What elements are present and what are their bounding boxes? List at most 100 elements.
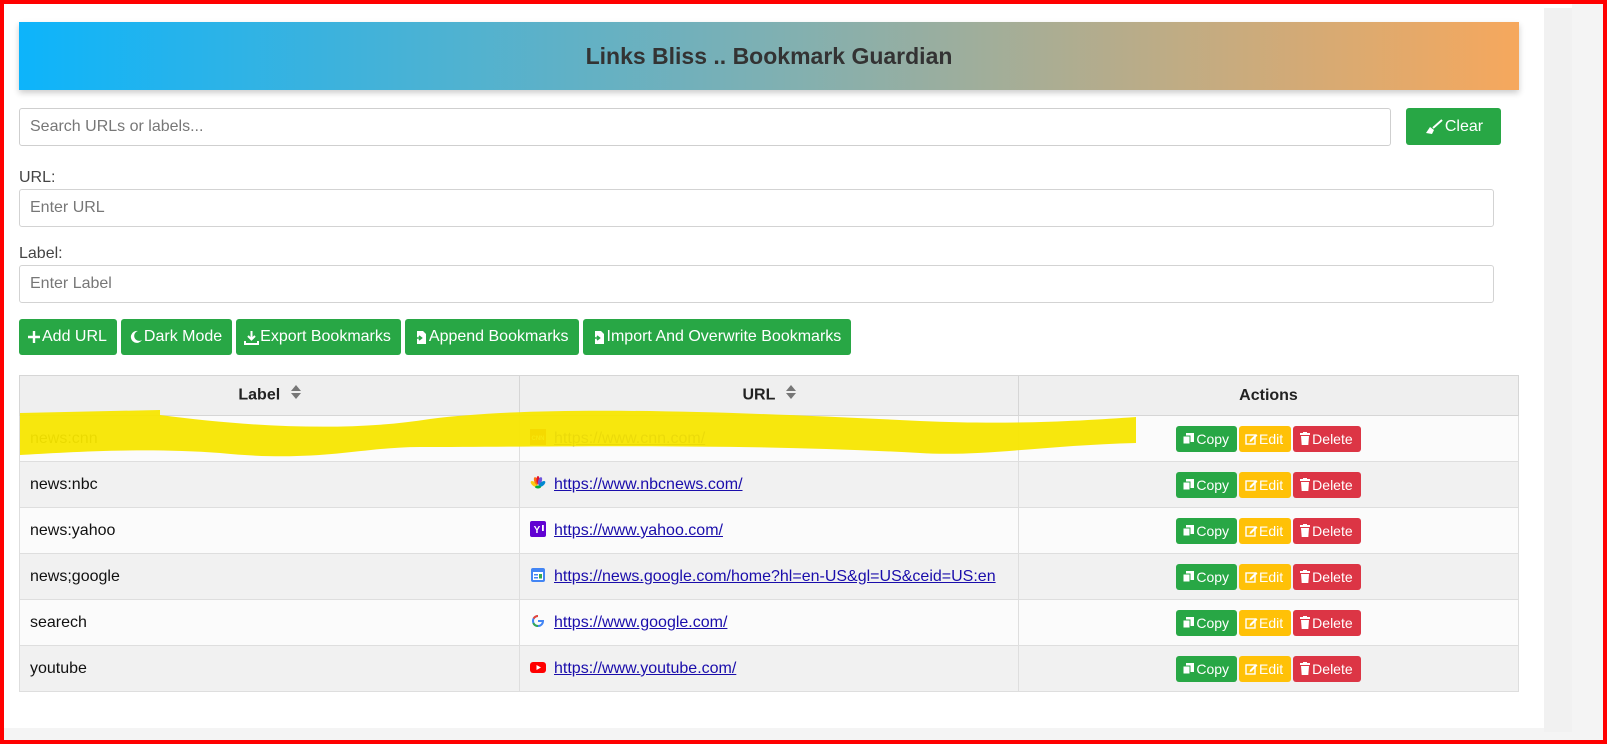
delete-button[interactable]: Delete [1293,517,1361,544]
bookmark-actions-cell: Copy Edit Delete [1018,645,1519,692]
copy-button[interactable]: Copy [1176,517,1238,544]
edit-icon [1245,662,1258,675]
edit-icon [1245,478,1258,491]
copy-button[interactable]: Copy [1176,471,1238,498]
import-overwrite-button[interactable]: Import And Overwrite Bookmarks [582,319,852,355]
delete-button[interactable]: Delete [1293,425,1361,452]
trash-icon [1299,570,1311,583]
delete-button-label: Delete [1312,522,1353,539]
toolbar: Add URL Dark Mode Export Bookmarks Appen… [19,319,852,355]
copy-button[interactable]: Copy [1176,425,1238,452]
url-field-label: URL: [19,169,56,186]
edit-button-label: Edit [1259,476,1284,493]
bookmark-url-cell: https://news.google.com/home?hl=en-US&gl… [519,553,1019,600]
bookmark-url-cell: Yhttps://www.yahoo.com/ [519,507,1019,554]
copy-button[interactable]: Copy [1176,609,1238,636]
edit-icon [1245,432,1258,445]
youtube-favicon-icon [530,659,546,675]
trash-icon [1299,478,1311,491]
sort-icon [785,385,796,404]
copy-button[interactable]: Copy [1176,655,1238,682]
delete-button[interactable]: Delete [1293,655,1361,682]
edit-button[interactable]: Edit [1239,655,1292,682]
app-header: Links Bliss .. Bookmark Guardian [19,22,1519,90]
bookmark-label: searech [30,613,87,631]
delete-button-label: Delete [1312,660,1353,677]
copy-icon [1182,478,1195,491]
label-column-title: Label [238,386,281,404]
table-row: news;google https://news.google.com/home?… [19,553,1519,600]
bookmark-url-link[interactable]: https://www.yahoo.com/ [554,522,723,539]
label-column-header[interactable]: Label [19,375,520,416]
edit-button[interactable]: Edit [1239,517,1292,544]
bookmark-label-cell: news;google [19,553,520,600]
edit-button[interactable]: Edit [1239,471,1292,498]
copy-button-label: Copy [1196,568,1230,585]
dark-mode-label: Dark Mode [143,328,223,345]
delete-button[interactable]: Delete [1293,471,1361,498]
delete-button-label: Delete [1312,476,1353,493]
edit-button[interactable]: Edit [1239,425,1292,452]
bookmark-url-link[interactable]: https://www.google.com/ [554,614,727,631]
copy-icon [1182,524,1195,537]
copy-button-label: Copy [1196,660,1230,677]
export-bookmarks-label: Export Bookmarks [260,328,391,345]
export-bookmarks-button[interactable]: Export Bookmarks [236,319,401,355]
copy-icon [1182,570,1195,583]
copy-button[interactable]: Copy [1176,563,1238,590]
bookmarks-table: Label URL Actions news:cnn CNN https://www… [19,375,1519,692]
yahoo-favicon-icon: Y [530,521,546,537]
edit-icon [1245,616,1258,629]
bookmark-label-cell: news:yahoo [19,507,520,554]
bookmark-label: news:yahoo [30,521,116,539]
bookmark-url-link[interactable]: https://www.youtube.com/ [554,660,736,677]
copy-button-label: Copy [1196,522,1230,539]
google-favicon-icon [530,613,546,629]
edit-button[interactable]: Edit [1239,609,1292,636]
delete-button-label: Delete [1312,614,1353,631]
bookmark-url-link[interactable]: https://news.google.com/home?hl=en-US&gl… [554,568,996,585]
bookmark-url-cell: https://www.nbcnews.com/ [519,461,1019,508]
dark-mode-button[interactable]: Dark Mode [120,319,233,355]
bookmark-label: news:cnn [30,429,98,447]
url-column-header[interactable]: URL [519,375,1019,416]
append-bookmarks-button[interactable]: Append Bookmarks [404,319,579,355]
add-url-button[interactable]: Add URL [19,319,117,355]
svg-text:Y: Y [534,525,541,536]
copy-button-label: Copy [1196,476,1230,493]
page-title: Links Bliss .. Bookmark Guardian [585,42,953,69]
label-field[interactable] [19,265,1494,303]
bookmark-label: youtube [30,659,87,677]
actions-column-title: Actions [1239,386,1298,404]
page-scroll-area [1544,8,1572,732]
svg-text:CNN: CNN [532,436,545,442]
url-field[interactable] [19,189,1494,227]
table-header-row: Label URL Actions [19,375,1519,416]
clear-button[interactable]: Clear [1406,108,1501,145]
table-row: news:nbc https://www.nbcnews.com/Copy Edit… [19,461,1519,508]
trash-icon [1299,662,1311,675]
broom-icon [1424,118,1444,135]
copy-button-label: Copy [1196,614,1230,631]
delete-button-label: Delete [1312,568,1353,585]
clear-button-label: Clear [1444,117,1484,135]
bookmark-url-link[interactable]: https://www.nbcnews.com/ [554,476,743,493]
edit-button-label: Edit [1259,614,1284,631]
url-column-title: URL [742,386,776,404]
label-field-label: Label: [19,245,63,262]
bookmark-label-cell: news:nbc [19,461,520,508]
edit-button[interactable]: Edit [1239,563,1292,590]
edit-button-label: Edit [1259,430,1284,447]
google-news-favicon-icon [530,567,546,583]
table-row: youtube https://www.youtube.com/Copy Edit D… [19,645,1519,692]
delete-button[interactable]: Delete [1293,563,1361,590]
bookmark-url-link[interactable]: https://www.cnn.com/ [554,430,705,447]
delete-button-label: Delete [1312,430,1353,447]
nbc-favicon-icon [530,475,546,491]
search-input[interactable] [19,108,1391,146]
delete-button[interactable]: Delete [1293,609,1361,636]
file-import-icon [591,330,606,345]
bookmark-label: news:nbc [30,475,98,493]
trash-icon [1299,432,1311,445]
plus-icon [27,330,41,344]
